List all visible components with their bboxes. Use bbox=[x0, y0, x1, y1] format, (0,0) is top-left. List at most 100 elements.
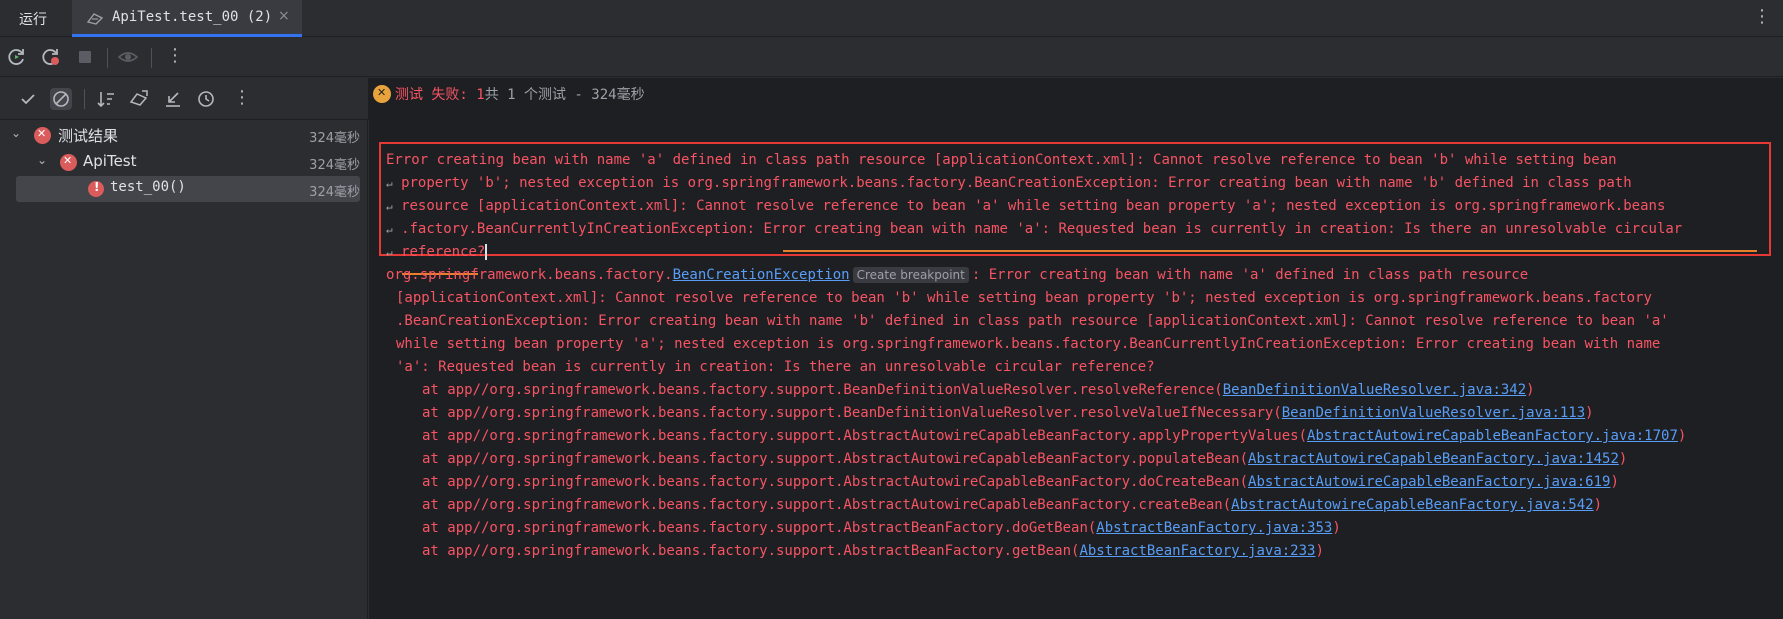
test-failed-icon bbox=[373, 85, 391, 103]
source-link[interactable]: BeanDefinitionValueResolver.java:342 bbox=[1223, 382, 1526, 398]
console-line: ↵ property 'b'; nested exception is org.… bbox=[386, 172, 1632, 194]
run-toolbar: ⋮ bbox=[0, 38, 1783, 77]
collapse-all-icon[interactable] bbox=[162, 88, 184, 110]
console-text: reference? bbox=[401, 244, 486, 260]
exception-line: org.springframework.beans.factory.BeanCr… bbox=[386, 264, 1528, 286]
source-link[interactable]: AbstractAutowireCapableBeanFactory.java:… bbox=[1248, 451, 1619, 467]
soft-wrap-icon: ↵ bbox=[386, 223, 393, 236]
rerun-failed-icon[interactable] bbox=[40, 46, 62, 68]
tree-item-duration: 324毫秒 bbox=[309, 185, 360, 200]
tree-item-test-00[interactable]: test_00() 324毫秒 bbox=[16, 176, 360, 202]
test-tree-toolbar: ⋮ bbox=[0, 78, 368, 120]
tool-window-tabbar: 运行 ApiTest.test_00 (2) × ⋮ bbox=[0, 0, 1783, 37]
tree-item-label: 测试结果 bbox=[58, 127, 119, 145]
stack-end: ) bbox=[1585, 405, 1594, 421]
console-text: resource [applicationContext.xml]: Canno… bbox=[401, 198, 1666, 214]
stack-frame: at app//org.springframework.beans.factor… bbox=[422, 494, 1602, 516]
stack-end: ) bbox=[1677, 428, 1687, 444]
stack-end: ) bbox=[1610, 474, 1619, 490]
stack-frame: at app//org.springframework.beans.factor… bbox=[422, 517, 1341, 539]
console-line: 'a': Requested bean is currently in crea… bbox=[396, 359, 1155, 375]
show-ignored-icon[interactable] bbox=[50, 88, 72, 110]
console-line: ↵ reference? bbox=[386, 241, 488, 263]
stack-end: ) bbox=[1315, 543, 1324, 559]
console-text: property 'b'; nested exception is org.sp… bbox=[401, 175, 1632, 191]
tree-item-label: test_00() bbox=[110, 179, 186, 195]
test-tree: ⌄ 测试结果 324毫秒 ⌄ ApiTest 324毫秒 test_00() 3… bbox=[0, 120, 368, 619]
more-vertical-icon[interactable]: ⋮ bbox=[1753, 6, 1771, 27]
junit-run-icon bbox=[86, 13, 104, 25]
tab-api-test[interactable]: ApiTest.test_00 (2) × bbox=[72, 0, 302, 37]
stack-end: ) bbox=[1332, 520, 1341, 536]
stack-method: at app//org.springframework.beans.factor… bbox=[422, 543, 1080, 559]
tree-item-duration: 324毫秒 bbox=[309, 158, 360, 173]
console-line: .BeanCreationException: Error creating b… bbox=[396, 313, 1669, 329]
exception-package: org.springframework.beans.factory. bbox=[386, 267, 673, 283]
more-vertical-icon[interactable]: ⋮ bbox=[166, 45, 184, 66]
test-status-bar: 测试 失败: 1共 1 个测试 - 324毫秒 bbox=[368, 78, 1783, 120]
stack-frame: at app//org.springframework.beans.factor… bbox=[422, 540, 1324, 562]
status-failed: 测试 失败: 1 bbox=[395, 87, 485, 103]
toolbar-divider bbox=[107, 48, 108, 68]
tab-run[interactable]: 运行 bbox=[19, 9, 47, 29]
history-icon[interactable] bbox=[195, 88, 217, 110]
failed-icon bbox=[60, 154, 77, 171]
stack-method: at app//org.springframework.beans.factor… bbox=[422, 520, 1097, 536]
source-link[interactable]: AbstractBeanFactory.java:233 bbox=[1079, 543, 1315, 559]
console-line: while setting bean property 'a'; nested … bbox=[396, 336, 1661, 352]
stack-end: ) bbox=[1526, 382, 1535, 398]
toolbar-divider bbox=[151, 48, 152, 68]
stack-end: ) bbox=[1593, 497, 1603, 513]
stack-frame: at app//org.springframework.beans.factor… bbox=[422, 425, 1686, 447]
tree-item-test-results[interactable]: ⌄ 测试结果 324毫秒 bbox=[0, 122, 368, 148]
chevron-down-icon[interactable]: ⌄ bbox=[11, 126, 21, 140]
exception-class-link[interactable]: BeanCreationException bbox=[673, 267, 850, 283]
source-link[interactable]: AbstractAutowireCapableBeanFactory.java:… bbox=[1231, 497, 1593, 513]
source-link[interactable]: AbstractAutowireCapableBeanFactory.java:… bbox=[1307, 428, 1678, 444]
eye-icon[interactable] bbox=[117, 46, 139, 68]
console-output[interactable]: Error creating bean with name 'a' define… bbox=[369, 120, 1783, 619]
stack-method: at app//org.springframework.beans.factor… bbox=[422, 382, 1223, 398]
stack-frame: at app//org.springframework.beans.factor… bbox=[422, 402, 1594, 424]
stack-frame: at app//org.springframework.beans.factor… bbox=[422, 448, 1627, 470]
console-line: ↵ resource [applicationContext.xml]: Can… bbox=[386, 195, 1665, 217]
tree-item-duration: 324毫秒 bbox=[309, 131, 360, 146]
import-tests-icon[interactable] bbox=[128, 88, 150, 110]
stack-frame: at app//org.springframework.beans.factor… bbox=[422, 379, 1535, 401]
stop-icon[interactable] bbox=[74, 46, 96, 68]
stack-method: at app//org.springframework.beans.factor… bbox=[422, 428, 1308, 444]
toolbar-divider bbox=[84, 89, 85, 109]
rerun-icon[interactable] bbox=[6, 46, 28, 68]
tree-item-label: ApiTest bbox=[83, 152, 137, 170]
stack-method: at app//org.springframework.beans.factor… bbox=[422, 405, 1282, 421]
show-passed-icon[interactable] bbox=[17, 88, 39, 110]
console-line: Error creating bean with name 'a' define… bbox=[386, 152, 1617, 168]
annotation-underline bbox=[783, 250, 1757, 252]
create-breakpoint-button[interactable]: Create breakpoint bbox=[852, 267, 969, 283]
failed-icon bbox=[34, 127, 51, 144]
stack-method: at app//org.springframework.beans.factor… bbox=[422, 474, 1249, 490]
close-icon[interactable]: × bbox=[278, 8, 290, 24]
exception-message: : Error creating bean with name 'a' defi… bbox=[971, 267, 1529, 283]
error-icon bbox=[88, 180, 104, 197]
stack-method: at app//org.springframework.beans.factor… bbox=[422, 451, 1249, 467]
text-caret bbox=[485, 244, 488, 260]
soft-wrap-icon: ↵ bbox=[386, 177, 393, 190]
console-text: .factory.BeanCurrentlyInCreationExceptio… bbox=[401, 221, 1683, 237]
chevron-down-icon[interactable]: ⌄ bbox=[37, 153, 47, 167]
tab-label: ApiTest.test_00 (2) bbox=[112, 9, 273, 25]
stack-frame: at app//org.springframework.beans.factor… bbox=[422, 471, 1619, 493]
soft-wrap-icon: ↵ bbox=[386, 200, 393, 213]
stack-method: at app//org.springframework.beans.factor… bbox=[422, 497, 1232, 513]
source-link[interactable]: BeanDefinitionValueResolver.java:113 bbox=[1282, 405, 1585, 421]
tree-item-apitest[interactable]: ⌄ ApiTest 324毫秒 bbox=[0, 149, 368, 175]
status-summary: 共 1 个测试 - 324毫秒 bbox=[484, 87, 645, 103]
console-line: ↵ .factory.BeanCurrentlyInCreationExcept… bbox=[386, 218, 1682, 240]
more-vertical-icon[interactable]: ⋮ bbox=[233, 87, 251, 108]
source-link[interactable]: AbstractAutowireCapableBeanFactory.java:… bbox=[1248, 474, 1610, 490]
soft-wrap-icon: ↵ bbox=[386, 246, 393, 259]
source-link[interactable]: AbstractBeanFactory.java:353 bbox=[1096, 520, 1332, 536]
console-line: [applicationContext.xml]: Cannot resolve… bbox=[396, 290, 1652, 306]
status-text: 测试 失败: 1共 1 个测试 - 324毫秒 bbox=[395, 84, 645, 104]
sort-icon[interactable] bbox=[95, 88, 117, 110]
